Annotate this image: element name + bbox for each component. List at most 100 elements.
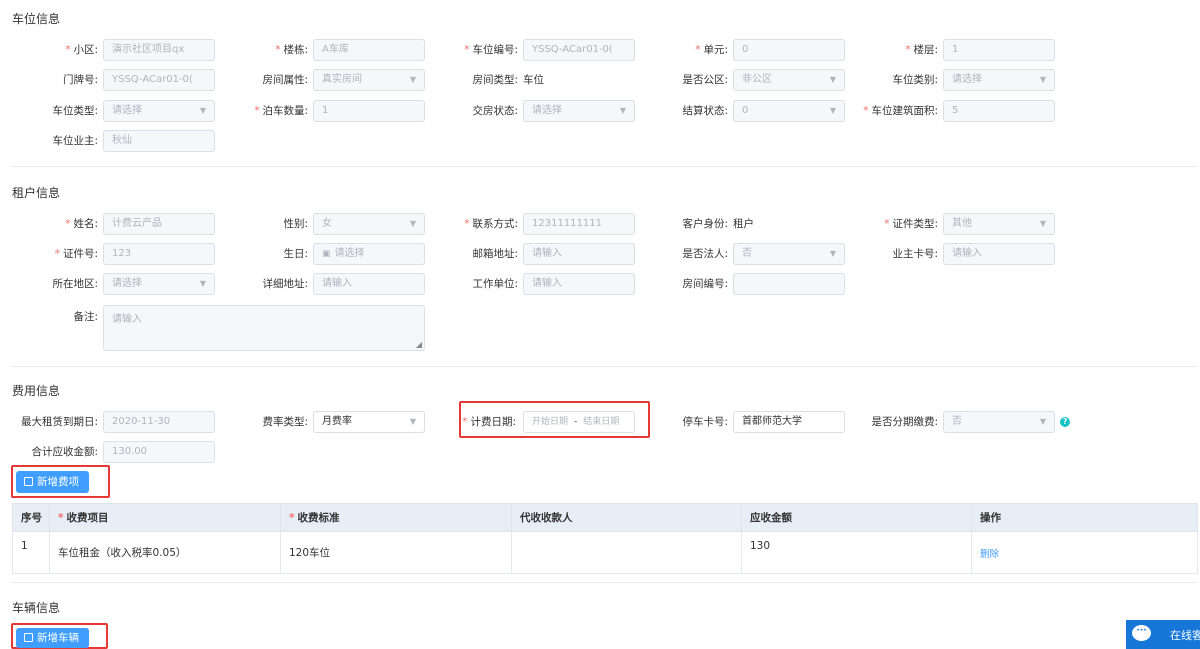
remark-label: 备注:	[73, 311, 98, 323]
unit-label: * 单元:	[695, 44, 728, 56]
door-no-label: 门牌号:	[62, 74, 98, 86]
work-unit-field[interactable]: 请输入	[523, 273, 635, 295]
gender-select[interactable]: 女 ▼	[313, 213, 425, 235]
section-divider	[10, 166, 1198, 167]
settle-status-select[interactable]: 0 ▼	[733, 100, 845, 122]
row-standard[interactable]: 120车位	[280, 531, 512, 574]
space-type-select[interactable]: 请选择 ▼	[103, 100, 215, 122]
row-action: 删除	[971, 531, 1198, 574]
door-no-field[interactable]: YSSQ-ACar01-0(	[103, 69, 215, 91]
region-label: 所在地区:	[52, 278, 98, 290]
rate-type-select[interactable]: 月费率 ▼	[313, 411, 425, 433]
is-legal-label: 是否法人:	[682, 248, 728, 260]
table-header-row: 序号 * 收费项目 * 收费标准 代收收款人 应收金额 操作	[12, 503, 1198, 532]
room-type-value: 车位	[523, 74, 544, 86]
chat-bubble-icon: ···	[1132, 625, 1151, 641]
space-category-label: 车位类别:	[892, 74, 938, 86]
is-legal-select[interactable]: 否 ▼	[733, 243, 845, 265]
room-type-label: 房间类型:	[472, 74, 518, 86]
col-standard-header: * 收费标准	[280, 503, 512, 532]
email-label: 邮箱地址:	[472, 248, 518, 260]
handover-status-select[interactable]: 请选择 ▼	[523, 100, 635, 122]
id-type-select[interactable]: 其他 ▼	[943, 213, 1055, 235]
delete-link[interactable]: 删除	[980, 549, 999, 560]
max-lease-date-field[interactable]: 2020-11-30	[103, 411, 215, 433]
total-receivable-field[interactable]: 130.00	[103, 441, 215, 463]
row-amount: 130	[741, 531, 972, 574]
parking-card-field[interactable]: 首都师范大学	[733, 411, 845, 433]
contact-label: * 联系方式:	[464, 218, 518, 230]
address-label: 详细地址:	[262, 278, 308, 290]
space-no-field[interactable]: YSSQ-ACar01-0(	[523, 39, 635, 61]
space-category-select[interactable]: 请选择 ▼	[943, 69, 1055, 91]
row-item[interactable]: 车位租金（收入税率0.05）	[49, 531, 281, 574]
building-field[interactable]: A车库	[313, 39, 425, 61]
identity-label: 客户身份:	[682, 218, 728, 230]
birthday-label: 生日:	[283, 248, 308, 260]
owner-card-field[interactable]: 请输入	[943, 243, 1055, 265]
region-select[interactable]: 请选择 ▼	[103, 273, 215, 295]
community-label: * 小区:	[65, 44, 98, 56]
table-row: 1 车位租金（收入税率0.05） 120车位 130 删除	[12, 531, 1198, 574]
chevron-down-icon: ▼	[199, 106, 206, 115]
owner-field[interactable]: 秋仙	[103, 130, 215, 152]
name-field[interactable]: 计费云产品	[103, 213, 215, 235]
building-area-field[interactable]: 5	[943, 100, 1055, 122]
is-public-select[interactable]: 非公区 ▼	[733, 69, 845, 91]
question-icon[interactable]: ?	[1060, 417, 1070, 427]
id-no-field[interactable]: 123	[103, 243, 215, 265]
add-note-icon	[24, 477, 33, 486]
chevron-down-icon: ▼	[1039, 219, 1046, 228]
id-type-label: * 证件类型:	[884, 218, 938, 230]
identity-value: 租户	[733, 218, 754, 230]
resize-handle-icon[interactable]: ◢	[416, 340, 422, 349]
row-collector[interactable]	[511, 531, 742, 574]
space-no-label: * 车位编号:	[464, 44, 518, 56]
online-service-widget[interactable]: ··· 在线客服	[1126, 620, 1200, 649]
owner-card-label: 业主卡号:	[892, 248, 938, 260]
col-action-header: 操作	[971, 503, 1198, 532]
name-label: * 姓名:	[65, 218, 98, 230]
add-vehicle-button[interactable]: 新增车辆	[16, 628, 89, 648]
contact-field[interactable]: 12311111111	[523, 213, 635, 235]
space-type-label: 车位类型:	[52, 105, 98, 117]
unit-field[interactable]: 0	[733, 39, 845, 61]
billing-date-range[interactable]: 开始日期 - 结束日期	[523, 411, 635, 433]
row-index: 1	[12, 531, 50, 574]
col-index-header: 序号	[12, 503, 50, 532]
rate-type-label: 费率类型:	[262, 416, 308, 428]
chevron-down-icon: ▼	[619, 106, 626, 115]
chevron-down-icon: ▼	[829, 75, 836, 84]
col-amount-header: 应收金额	[741, 503, 972, 532]
chevron-down-icon: ▼	[829, 106, 836, 115]
chevron-down-icon: ▼	[199, 279, 206, 288]
add-fee-button[interactable]: 新增费项	[16, 471, 89, 493]
tenant-info-title: 租户信息	[12, 186, 61, 200]
email-field[interactable]: 请输入	[523, 243, 635, 265]
room-attr-label: 房间属性:	[262, 74, 308, 86]
work-unit-label: 工作单位:	[472, 278, 518, 290]
room-no-label: 房间编号:	[682, 278, 728, 290]
is-public-label: 是否公区:	[682, 74, 728, 86]
community-field[interactable]: 演示社区项目qx	[103, 39, 215, 61]
fee-table: 序号 * 收费项目 * 收费标准 代收收款人 应收金额 操作 1 车位租金（收入税率…	[12, 503, 1198, 574]
id-no-label: * 证件号:	[54, 248, 98, 260]
owner-label: 车位业主:	[52, 135, 98, 147]
building-area-label: * 车位建筑面积:	[863, 105, 938, 117]
remark-textarea[interactable]: 请输入 ◢	[103, 305, 425, 351]
vehicle-info-title: 车辆信息	[12, 601, 61, 615]
park-count-field[interactable]: 1	[313, 100, 425, 122]
chevron-down-icon: ▼	[409, 417, 416, 426]
installment-label: 是否分期缴费:	[871, 416, 938, 428]
installment-select[interactable]: 否 ▼	[943, 411, 1055, 433]
floor-field[interactable]: 1	[943, 39, 1055, 61]
room-attr-select[interactable]: 真实房间 ▼	[313, 69, 425, 91]
room-no-field[interactable]	[733, 273, 845, 295]
address-field[interactable]: 请输入	[313, 273, 425, 295]
col-collector-header: 代收收款人	[511, 503, 742, 532]
birthday-picker[interactable]: ▣ 请选择	[313, 243, 425, 265]
calendar-icon: ▣	[322, 249, 331, 259]
building-label: * 楼栋:	[275, 44, 308, 56]
section-divider	[10, 366, 1198, 367]
chevron-down-icon: ▼	[829, 249, 836, 258]
